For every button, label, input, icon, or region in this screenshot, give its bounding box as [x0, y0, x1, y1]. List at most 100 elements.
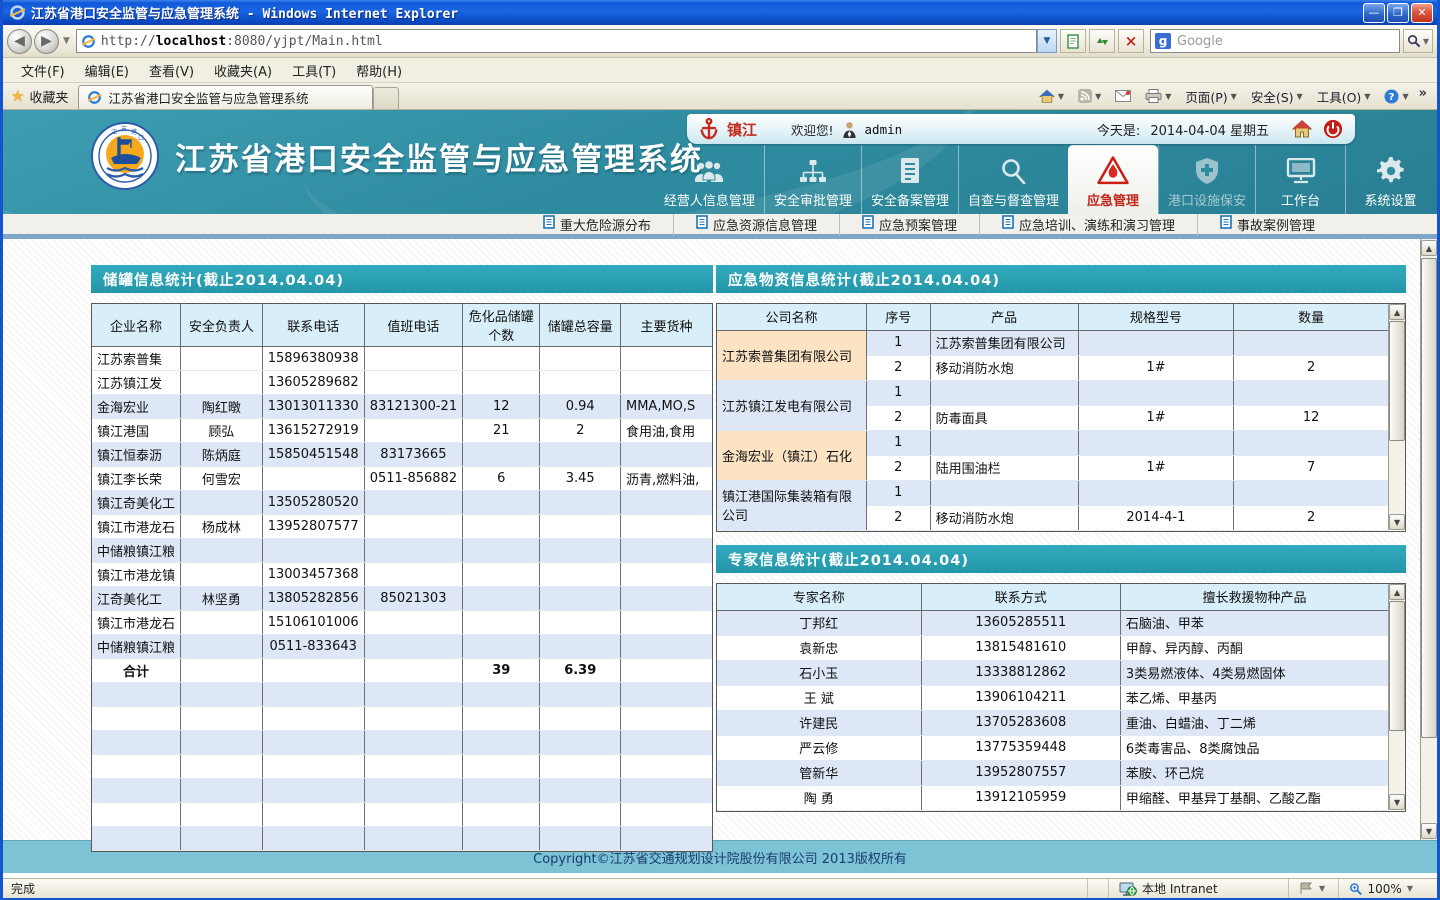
zone-indicator[interactable]: 本地 Intranet [1108, 879, 1288, 898]
search-go-button[interactable]: ▼ [1403, 29, 1433, 53]
feeds-button[interactable]: ▼ [1072, 87, 1107, 105]
scroll-thumb[interactable] [1389, 601, 1405, 731]
restore-button[interactable]: ❐ [1387, 3, 1409, 23]
menu-item[interactable]: 编辑(E) [75, 58, 139, 83]
search-box[interactable]: g Google [1150, 29, 1400, 53]
mail-button[interactable] [1109, 88, 1137, 104]
url-text[interactable]: http://localhost:8080/yjpt/Main.html [101, 34, 383, 49]
nav-item-shield[interactable]: 港口设施保安 [1158, 145, 1255, 214]
nav-item-workbench[interactable]: 工作台 [1255, 145, 1345, 214]
column-header: 专家名称 [717, 584, 921, 610]
scroll-down-icon[interactable]: ▼ [1389, 794, 1405, 810]
cell [364, 611, 462, 635]
cell: 镇江市港龙镇 [92, 563, 181, 587]
overflow-chevron-icon[interactable]: » [1417, 86, 1431, 107]
forward-button[interactable]: ▶ [34, 29, 59, 54]
table-row [92, 731, 712, 755]
cell [540, 803, 621, 827]
nav-item-magnifier[interactable]: 自查与督查管理 [958, 145, 1068, 214]
scroll-down-icon[interactable]: ▼ [1421, 823, 1437, 839]
nav-item-sitemap[interactable]: 安全审批管理 [764, 145, 861, 214]
doc-small-icon [696, 215, 708, 233]
nav-item-document[interactable]: 安全备案管理 [861, 145, 958, 214]
refresh-button[interactable] [1089, 29, 1115, 53]
favorites-button[interactable]: ★ 收藏夹 [3, 83, 78, 109]
scroll-down-icon[interactable]: ▼ [1389, 514, 1405, 530]
page-menu-button[interactable]: 页面(P)▼ [1179, 85, 1242, 108]
main-navigation: 经营人信息管理安全审批管理安全备案管理自查与督查管理应急管理港口设施保安工作台系… [655, 145, 1435, 214]
cell: 陆用围油栏 [930, 455, 1078, 480]
menu-item[interactable]: 收藏夹(A) [204, 58, 282, 83]
page-viewport: 江苏港口 江苏省港口安全监管与应急管理系统 镇江 欢迎您! admin 今天是:… [3, 110, 1437, 878]
username[interactable]: admin [865, 122, 903, 137]
tools-menu-button[interactable]: 工具(O)▼ [1311, 85, 1377, 108]
logout-power-icon[interactable] [1323, 119, 1343, 139]
scroll-up-icon[interactable]: ▲ [1421, 240, 1437, 256]
subnav-item-4[interactable]: 应急培训、演练和演习管理 [979, 213, 1197, 236]
cell: 镇江市港龙石 [92, 515, 181, 539]
search-dropdown-icon[interactable]: ▼ [1423, 37, 1429, 46]
zoom-control[interactable]: 100% ▼ [1338, 879, 1423, 898]
table-row: 袁新忠13815481610甲醇、异丙醇、丙酮 [717, 635, 1388, 660]
close-button[interactable]: ✕ [1411, 3, 1433, 23]
table-row [92, 755, 712, 779]
scroll-thumb[interactable] [1389, 321, 1405, 441]
home-dropdown-icon[interactable]: ▼ [1058, 92, 1064, 101]
subnav-label: 应急资源信息管理 [713, 215, 817, 234]
stop-x-icon: × [1125, 32, 1138, 50]
subnav-item-2[interactable]: 应急资源信息管理 [673, 213, 839, 236]
favorites-label: 收藏夹 [29, 87, 68, 106]
cell: 7 [1234, 455, 1388, 480]
help-dropdown-icon[interactable]: ▼ [1402, 92, 1408, 101]
menu-item[interactable]: 查看(V) [139, 58, 204, 83]
nav-item-warning[interactable]: 应急管理 [1068, 145, 1158, 214]
cell [463, 803, 540, 827]
scroll-up-icon[interactable]: ▲ [1389, 584, 1405, 600]
cell: 13775359448 [921, 735, 1120, 760]
experts-scrollbar[interactable]: ▲ ▼ [1388, 584, 1405, 810]
nav-item-people[interactable]: 经营人信息管理 [655, 145, 764, 214]
menu-item[interactable]: 文件(F) [11, 58, 75, 83]
subnav-item-5[interactable]: 事故案例管理 [1197, 213, 1337, 236]
subnav-item-3[interactable]: 应急预案管理 [839, 213, 979, 236]
menu-item[interactable]: 工具(T) [282, 58, 346, 83]
subnav-item-1[interactable]: 重大危险源分布 [521, 213, 673, 236]
home-shortcut-icon[interactable] [1291, 119, 1313, 139]
protected-mode-button[interactable]: ▼ [1288, 879, 1338, 898]
user-avatar-icon [842, 121, 857, 138]
history-dropdown-icon[interactable]: ▼ [63, 36, 70, 46]
resize-grip[interactable] [1423, 879, 1437, 898]
compatibility-view-button[interactable] [1060, 29, 1086, 53]
browser-tab[interactable]: 江苏省港口安全监管与应急管理系统 [78, 85, 373, 109]
city-label[interactable]: 镇江 [727, 119, 757, 140]
new-tab-button[interactable] [373, 87, 399, 109]
url-dropdown-button[interactable]: ▼ [1037, 29, 1057, 53]
safety-menu-button[interactable]: 安全(S)▼ [1245, 85, 1309, 108]
help-button[interactable]: ? ▼ [1378, 87, 1414, 106]
page-scrollbar[interactable]: ▲ ▼ [1420, 239, 1437, 840]
cell [621, 443, 713, 467]
supplies-scrollbar[interactable]: ▲ ▼ [1388, 304, 1405, 530]
print-button[interactable]: ▼ [1139, 87, 1177, 105]
scroll-thumb[interactable] [1421, 258, 1437, 738]
cell [364, 515, 462, 539]
print-dropdown-icon[interactable]: ▼ [1165, 92, 1171, 101]
cell [621, 563, 713, 587]
table-row [92, 827, 712, 851]
cell: 1# [1078, 405, 1234, 430]
back-button[interactable]: ◀ [7, 29, 32, 54]
nav-item-gear[interactable]: 系统设置 [1345, 145, 1435, 214]
cell: 13338812862 [921, 660, 1120, 685]
menu-item[interactable]: 帮助(H) [346, 58, 412, 83]
stop-button[interactable]: × [1118, 29, 1144, 53]
address-bar[interactable]: http://localhost:8080/yjpt/Main.html [76, 29, 1037, 53]
feeds-dropdown-icon[interactable]: ▼ [1095, 92, 1101, 101]
page-icon [1066, 34, 1081, 49]
subnav-label: 应急培训、演练和演习管理 [1019, 215, 1175, 234]
cell [364, 803, 462, 827]
doc-small-icon [1220, 215, 1232, 233]
home-button[interactable]: ▼ [1033, 87, 1070, 105]
scroll-up-icon[interactable]: ▲ [1389, 304, 1405, 320]
table-row: 镇江奇美化工13505280520 [92, 491, 712, 515]
minimize-button[interactable]: — [1363, 3, 1385, 23]
